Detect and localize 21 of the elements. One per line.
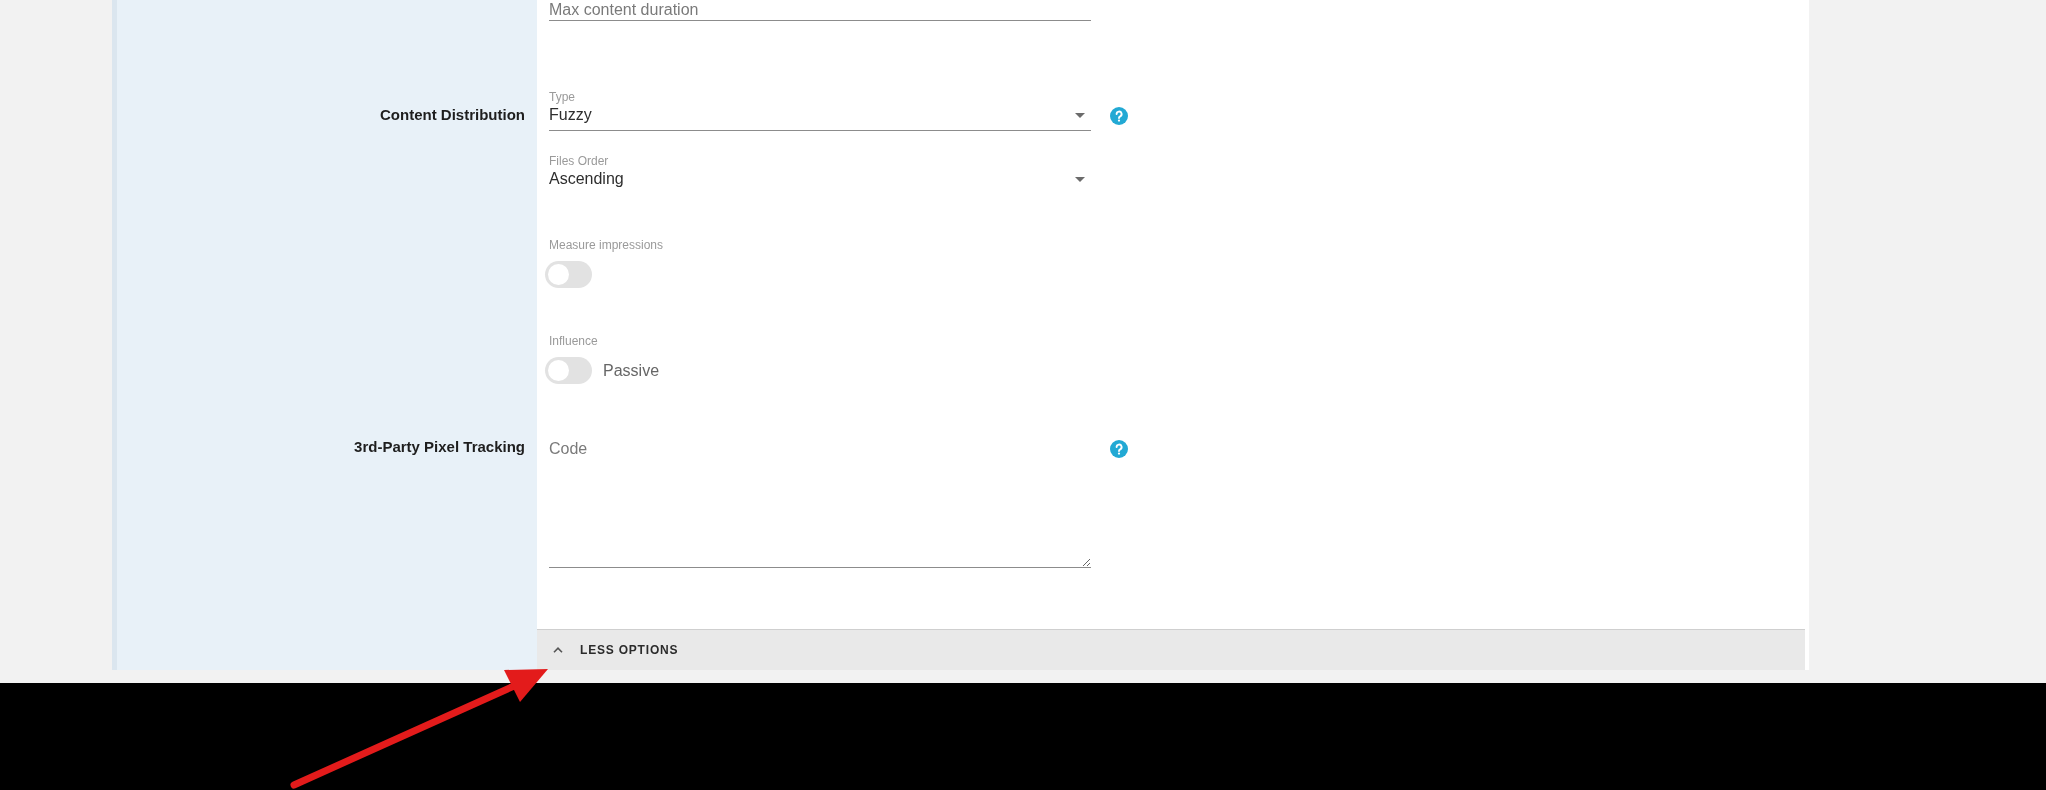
dropdown-field[interactable]: Files Order Ascending [549, 154, 1091, 195]
dropdown-field[interactable]: Type Fuzzy [549, 90, 1091, 131]
less-options-button[interactable]: LESS OPTIONS [537, 629, 1805, 670]
field-label: Files Order [549, 154, 609, 168]
caret-down-icon [1075, 112, 1085, 118]
toggle-switch[interactable] [545, 261, 592, 288]
caret-down-icon [1075, 176, 1085, 182]
help-icon[interactable] [1110, 107, 1128, 125]
toggle-switch[interactable] [545, 357, 592, 384]
field-label: Influence [549, 334, 598, 348]
selected-value: Ascending [549, 169, 624, 189]
toggle-state-label: Passive [603, 360, 660, 381]
textarea-field[interactable]: Code [549, 437, 1091, 568]
field-label: Type [549, 90, 575, 104]
field-label: Measure impressions [549, 238, 664, 252]
input-field[interactable]: Max content duration [549, 0, 1091, 21]
section-label: 3rd-Party Pixel Tracking [354, 437, 525, 457]
section-label: Content Distribution [380, 105, 525, 125]
selected-value: Fuzzy [549, 105, 592, 125]
chevron-up-icon [553, 647, 563, 653]
help-icon[interactable] [1110, 440, 1128, 458]
